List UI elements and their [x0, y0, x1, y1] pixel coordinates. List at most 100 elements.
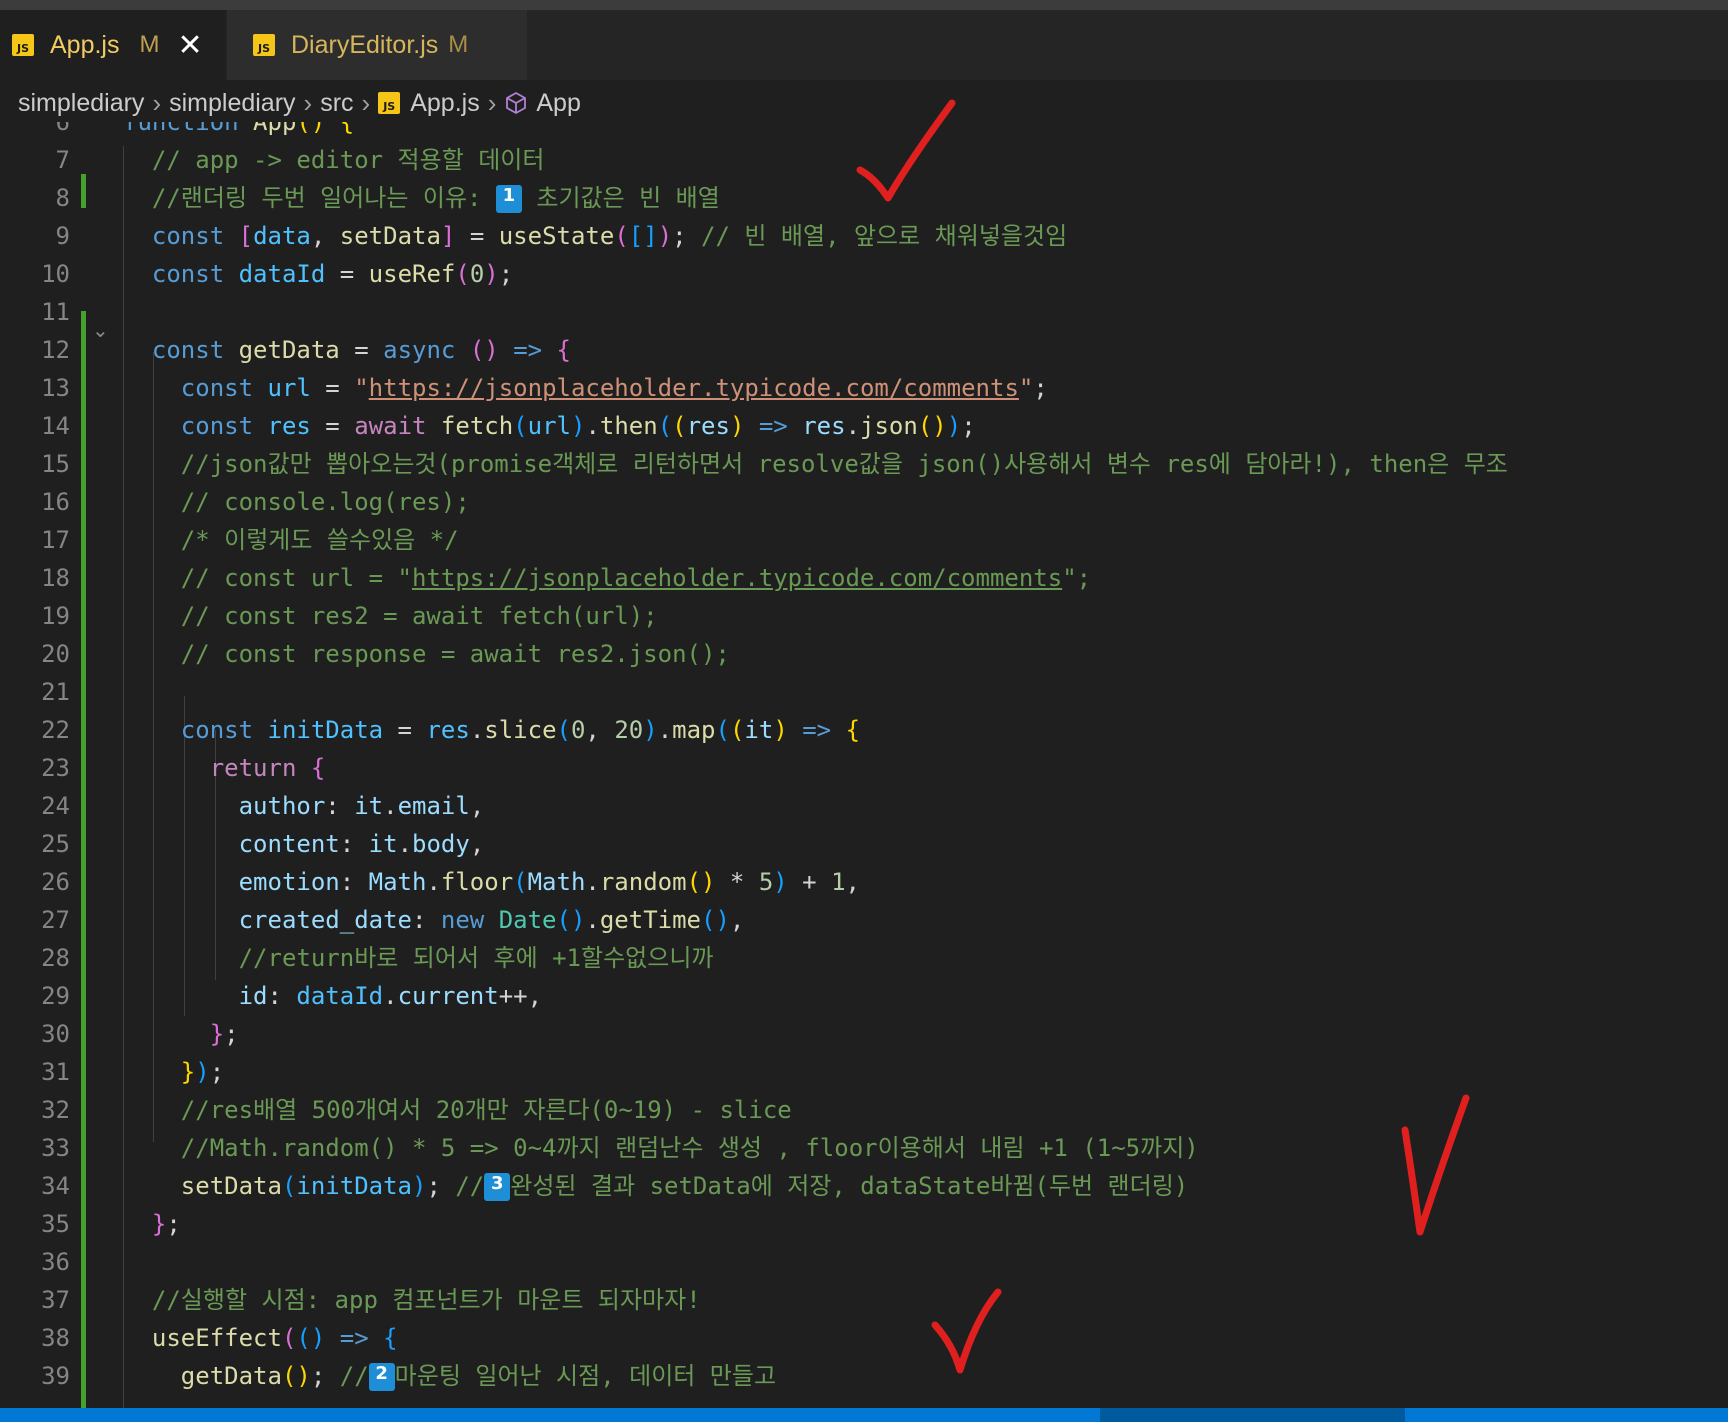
- code-line[interactable]: 31 });: [0, 1053, 1728, 1091]
- code-text[interactable]: });: [123, 1053, 224, 1091]
- code-line[interactable]: 20 // const response = await res2.json()…: [0, 635, 1728, 673]
- code-text[interactable]: author: it.email,: [123, 787, 485, 825]
- window-top-strip: [0, 0, 1728, 10]
- code-line[interactable]: 27 created_date: new Date().getTime(),: [0, 901, 1728, 939]
- code-line[interactable]: 24 author: it.email,: [0, 787, 1728, 825]
- code-text[interactable]: const getData = async () => {: [123, 331, 571, 369]
- js-file-icon: JS: [253, 34, 275, 56]
- breadcrumb-item-simplediary-inner[interactable]: simplediary: [169, 89, 295, 118]
- code-text[interactable]: //랜더링 두번 일어나는 이유: 1 초기값은 빈 배열: [123, 179, 720, 217]
- modified-indicator: M: [448, 31, 469, 58]
- code-text[interactable]: content: it.body,: [123, 825, 485, 863]
- code-line[interactable]: 22 const initData = res.slice(0, 20).map…: [0, 711, 1728, 749]
- code-line[interactable]: 25 content: it.body,: [0, 825, 1728, 863]
- code-line[interactable]: 35 };: [0, 1205, 1728, 1243]
- code-line[interactable]: 28 //return바로 되어서 후에 +1할수없으니까: [0, 939, 1728, 977]
- code-line[interactable]: 18 // const url = "https://jsonplacehold…: [0, 559, 1728, 597]
- line-number: 19: [41, 602, 70, 630]
- code-text[interactable]: const url = "https://jsonplaceholder.typ…: [123, 369, 1048, 407]
- line-number: 33: [41, 1134, 70, 1162]
- code-line[interactable]: 37 //실행할 시점: app 컴포넌트가 마운트 되자마자!: [0, 1281, 1728, 1319]
- line-number: 39: [41, 1362, 70, 1390]
- line-number: 7: [55, 146, 70, 174]
- code-text[interactable]: const res = await fetch(url).then((res) …: [123, 407, 976, 445]
- code-line[interactable]: 16 // console.log(res);: [0, 483, 1728, 521]
- code-text[interactable]: //res배열 500개여서 20개만 자른다(0~19) - slice: [123, 1091, 792, 1129]
- breadcrumb-item-simplediary[interactable]: simplediary: [18, 89, 144, 118]
- breadcrumb-item-src[interactable]: src: [320, 89, 353, 118]
- code-line[interactable]: 34 setData(initData); //3 완성된 결과 setData에…: [0, 1167, 1728, 1205]
- line-number: 17: [41, 526, 70, 554]
- code-line[interactable]: 19 // const res2 = await fetch(url);: [0, 597, 1728, 635]
- code-text[interactable]: useEffect(() => {: [123, 1319, 398, 1357]
- code-text[interactable]: const dataId = useRef(0);: [123, 255, 513, 293]
- line-number: 27: [41, 906, 70, 934]
- line-number: 38: [41, 1324, 70, 1352]
- code-text[interactable]: function App() {: [123, 122, 354, 141]
- line-number: 8: [55, 184, 70, 212]
- code-text[interactable]: // app -> editor 적용할 데이터: [123, 141, 545, 179]
- breadcrumb-item-app-symbol[interactable]: App: [536, 89, 580, 118]
- code-line[interactable]: 6 function App() {: [0, 122, 1728, 141]
- line-number: 12: [41, 336, 70, 364]
- line-number: 20: [41, 640, 70, 668]
- code-line[interactable]: 17 /* 이렇게도 쓸수있음 */: [0, 521, 1728, 559]
- code-text[interactable]: // const url = "https://jsonplaceholder.…: [123, 559, 1091, 597]
- modified-indicator: M: [139, 31, 160, 58]
- code-text[interactable]: // console.log(res);: [123, 483, 470, 521]
- line-number: 23: [41, 754, 70, 782]
- code-text[interactable]: /* 이렇게도 쓸수있음 */: [123, 521, 459, 559]
- code-text[interactable]: emotion: Math.floor(Math.random() * 5) +…: [123, 863, 860, 901]
- code-text[interactable]: id: dataId.current++,: [123, 977, 542, 1015]
- code-text[interactable]: };: [123, 1205, 181, 1243]
- code-line[interactable]: 7 // app -> editor 적용할 데이터: [0, 141, 1728, 179]
- line-number: 29: [41, 982, 70, 1010]
- code-text[interactable]: const [data, setData] = useState([]); //…: [123, 217, 1067, 255]
- code-line[interactable]: 26 emotion: Math.floor(Math.random() * 5…: [0, 863, 1728, 901]
- code-editor[interactable]: ⌄ 6 function App() {7 // app -> editor 적용…: [0, 122, 1728, 1408]
- code-line[interactable]: 23 return {: [0, 749, 1728, 787]
- code-line[interactable]: 12 const getData = async () => {: [0, 331, 1728, 369]
- symbol-cube-icon: [506, 92, 527, 114]
- code-line[interactable]: 15 //json값만 뽑아오는것(promise객체로 리턴하면서 resol…: [0, 445, 1728, 483]
- chevron-right-icon: ›: [303, 87, 313, 118]
- breadcrumb-item-app-js[interactable]: App.js: [410, 89, 479, 118]
- close-icon[interactable]: ✕: [177, 28, 202, 63]
- code-line[interactable]: 11: [0, 293, 1728, 331]
- code-line[interactable]: 36: [0, 1243, 1728, 1281]
- line-number: 22: [41, 716, 70, 744]
- code-text[interactable]: setData(initData); //3 완성된 결과 setData에 저장…: [123, 1167, 1188, 1205]
- code-text[interactable]: };: [123, 1015, 239, 1053]
- code-line[interactable]: 9 const [data, setData] = useState([]); …: [0, 217, 1728, 255]
- line-number: 9: [55, 222, 70, 250]
- line-number: 13: [41, 374, 70, 402]
- code-line[interactable]: 21: [0, 673, 1728, 711]
- code-text[interactable]: //return바로 되어서 후에 +1할수없으니까: [123, 939, 714, 977]
- code-text[interactable]: // const response = await res2.json();: [123, 635, 730, 673]
- code-text[interactable]: // const res2 = await fetch(url);: [123, 597, 658, 635]
- code-line[interactable]: 14 const res = await fetch(url).then((re…: [0, 407, 1728, 445]
- code-text[interactable]: return {: [123, 749, 326, 787]
- code-text[interactable]: getData(); //2 마운팅 일어난 시점, 데이터 만들고: [123, 1357, 776, 1395]
- line-number: 6: [55, 122, 70, 136]
- code-line[interactable]: 30 };: [0, 1015, 1728, 1053]
- code-line[interactable]: 10 const dataId = useRef(0);: [0, 255, 1728, 293]
- tab-label: App.js: [50, 30, 120, 59]
- tab-diaryeditor-js[interactable]: JS DiaryEditor.js M: [227, 10, 527, 80]
- line-number: 11: [41, 298, 70, 326]
- code-text[interactable]: created_date: new Date().getTime(),: [123, 901, 745, 939]
- code-text[interactable]: const initData = res.slice(0, 20).map((i…: [123, 711, 860, 749]
- code-line[interactable]: 38 useEffect(() => {: [0, 1319, 1728, 1357]
- code-line[interactable]: 8 //랜더링 두번 일어나는 이유: 1 초기값은 빈 배열: [0, 179, 1728, 217]
- code-line[interactable]: 29 id: dataId.current++,: [0, 977, 1728, 1015]
- code-line[interactable]: 32 //res배열 500개여서 20개만 자른다(0~19) - slice: [0, 1091, 1728, 1129]
- line-number: 30: [41, 1020, 70, 1048]
- code-text[interactable]: //json값만 뽑아오는것(promise객체로 리턴하면서 resolve값…: [123, 445, 1508, 483]
- status-bar-segment: [1100, 1408, 1405, 1422]
- code-line[interactable]: 39 getData(); //2 마운팅 일어난 시점, 데이터 만들고: [0, 1357, 1728, 1395]
- code-line[interactable]: 13 const url = "https://jsonplaceholder.…: [0, 369, 1728, 407]
- code-line[interactable]: 33 //Math.random() * 5 => 0~4까지 랜덤난수 생성 …: [0, 1129, 1728, 1167]
- code-text[interactable]: //실행할 시점: app 컴포넌트가 마운트 되자마자!: [123, 1281, 701, 1319]
- code-text[interactable]: //Math.random() * 5 => 0~4까지 랜덤난수 생성 , f…: [123, 1129, 1199, 1167]
- tab-app-js[interactable]: JS App.js M ✕: [0, 10, 226, 80]
